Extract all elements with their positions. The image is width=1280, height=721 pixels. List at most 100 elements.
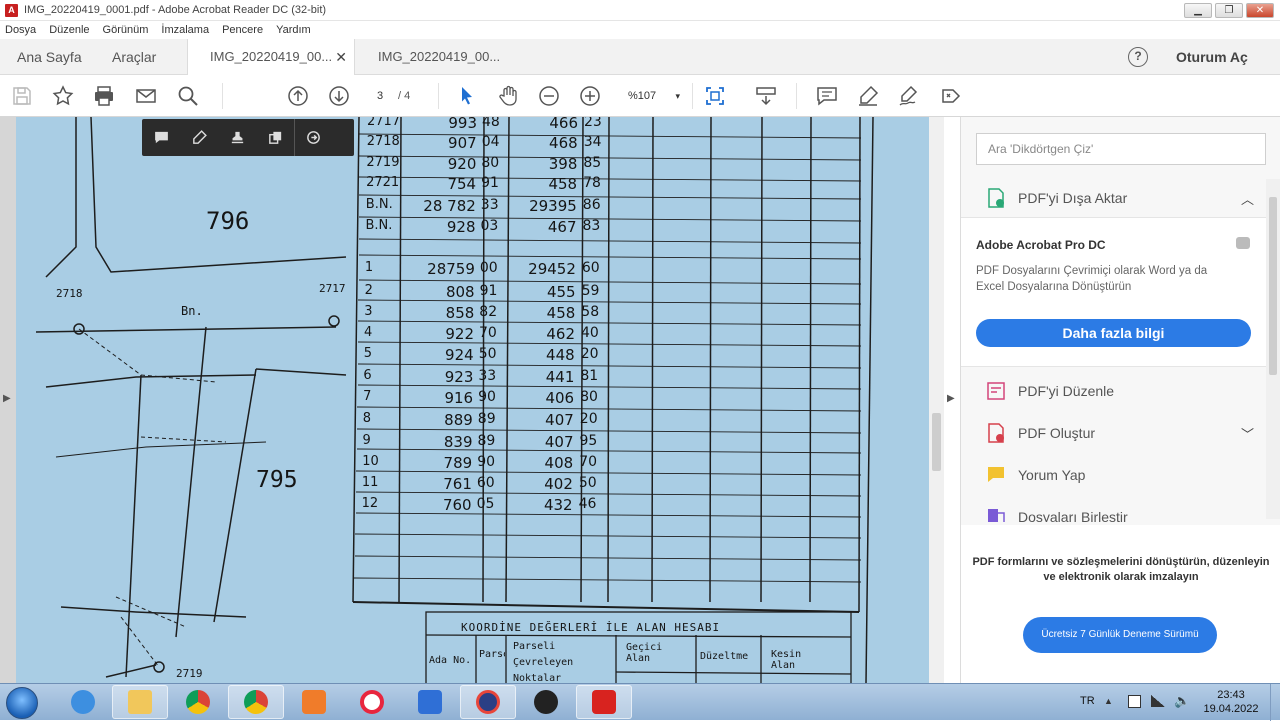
close-window-button[interactable]: ✕	[1246, 3, 1274, 18]
scroll-mode-icon[interactable]	[754, 84, 778, 108]
taskbar-acrobat[interactable]	[576, 685, 632, 719]
taskbar-opera[interactable]	[344, 685, 400, 719]
share-icon[interactable]	[294, 119, 332, 156]
action-center-icon[interactable]	[1128, 695, 1141, 708]
minimize-button[interactable]: ▁	[1184, 3, 1212, 18]
save-icon[interactable]	[10, 84, 34, 108]
highlight-pen-icon[interactable]	[856, 84, 880, 108]
previous-page-icon[interactable]	[286, 84, 310, 108]
taskbar-obs[interactable]	[518, 685, 574, 719]
tool-combine-files[interactable]: Dosyaları Birleştir	[961, 496, 1266, 522]
tools-search-input[interactable]: Ara 'Dikdörtgen Çiz'	[976, 133, 1266, 165]
chevron-up-icon[interactable]: ︿	[1241, 189, 1254, 208]
language-indicator[interactable]: TR	[1080, 695, 1095, 707]
pen-icon[interactable]	[180, 119, 218, 156]
comment-icon[interactable]	[142, 119, 180, 156]
stamp-icon[interactable]	[218, 119, 256, 156]
scrollbar-thumb[interactable]	[1269, 197, 1277, 375]
taskbar-explorer[interactable]	[112, 685, 168, 719]
fit-page-icon[interactable]	[703, 84, 727, 108]
menu-file[interactable]: Dosya	[5, 24, 36, 36]
left-panel-toggle-icon[interactable]: ▶	[3, 393, 11, 404]
network-icon[interactable]	[1151, 695, 1165, 707]
tab-tools[interactable]: Araçlar	[112, 39, 156, 75]
taskbar-chrome[interactable]	[170, 685, 226, 719]
table-cell-d: 81	[580, 368, 599, 384]
menu-view[interactable]: Görünüm	[103, 24, 149, 36]
tool-export-pdf[interactable]: PDF'yi Dışa Aktar ︿	[961, 177, 1266, 219]
more-tools-icon[interactable]	[939, 84, 963, 108]
volume-icon[interactable]: 🔈	[1174, 693, 1190, 709]
show-hidden-icons[interactable]: ▲	[1104, 696, 1113, 706]
system-clock[interactable]: 23:43 19.04.2022	[1196, 688, 1266, 716]
menu-help[interactable]: Yardım	[276, 24, 311, 36]
doc-tab[interactable]: IMG_20220419_00...	[356, 39, 524, 75]
table-cell-c: 407	[545, 411, 574, 429]
table-cell-no: 8	[362, 411, 372, 426]
learn-more-button[interactable]: Daha fazla bilgi	[976, 319, 1251, 347]
menu-window[interactable]: Pencere	[222, 24, 263, 36]
table-cell-d: 20	[580, 346, 599, 362]
zoom-in-icon[interactable]	[578, 84, 602, 108]
next-page-icon[interactable]	[327, 84, 351, 108]
copy-icon[interactable]	[256, 119, 294, 156]
fill-sign-icon[interactable]	[897, 84, 921, 108]
table-cell-no: 2717	[367, 117, 401, 129]
tools-scrollbar[interactable]	[1266, 179, 1280, 519]
help-icon[interactable]: ?	[1128, 47, 1148, 67]
scrollbar-thumb[interactable]	[932, 413, 941, 471]
right-panel-toggle-icon[interactable]: ▶	[947, 393, 955, 404]
taskbar-app[interactable]	[402, 685, 458, 719]
email-icon[interactable]	[134, 84, 158, 108]
table-cell-c: 407	[544, 433, 574, 451]
table-cell-a: 760	[442, 496, 472, 514]
print-icon[interactable]	[92, 84, 116, 108]
taskbar-media-player[interactable]	[286, 685, 342, 719]
zoom-out-icon[interactable]	[537, 84, 561, 108]
table-cell-b: 33	[478, 368, 497, 384]
table-cell-no: 12	[361, 496, 379, 511]
doc-tab-active[interactable]: IMG_20220419_00... ✕	[187, 39, 355, 76]
table-cell-no: 10	[362, 454, 379, 469]
dismiss-promo-icon[interactable]	[1236, 237, 1250, 249]
show-desktop-button[interactable]	[1270, 684, 1280, 721]
zoom-level-select[interactable]: %107 ▾	[620, 86, 682, 106]
start-button[interactable]	[6, 687, 38, 719]
app-icon	[476, 690, 500, 714]
tab-home[interactable]: Ana Sayfa	[17, 39, 82, 75]
taskbar-ie[interactable]	[55, 685, 111, 719]
table-cell-no: 7	[363, 389, 372, 404]
close-tab-icon[interactable]: ✕	[335, 39, 347, 75]
create-pdf-icon	[988, 423, 1004, 443]
maximize-button[interactable]: ❐	[1215, 3, 1243, 18]
search-icon[interactable]	[176, 84, 200, 108]
taskbar: TR ▲ 🔈 23:43 19.04.2022	[0, 683, 1280, 721]
tool-label: PDF Oluştur	[1018, 425, 1096, 441]
sign-in-button[interactable]: Oturum Aç	[1176, 39, 1248, 75]
table-cell-a: 28759	[427, 260, 475, 278]
page-number-input[interactable]: 3	[367, 86, 393, 106]
menu-sign[interactable]: İmzalama	[161, 24, 209, 36]
table-cell-c: 455	[546, 283, 576, 301]
table-cell-c: 402	[544, 475, 573, 493]
select-cursor-icon[interactable]	[455, 84, 479, 108]
document-viewport[interactable]: ▶ 796 795 2718 2717 2719 Bn. 2717 993 48…	[0, 117, 944, 683]
hand-tool-icon[interactable]	[497, 84, 521, 108]
table-cell-b: 89	[477, 433, 496, 449]
chevron-down-icon[interactable]: ﹀	[1241, 424, 1254, 443]
tool-comment[interactable]: Yorum Yap	[961, 454, 1266, 496]
taskbar-app-2[interactable]	[460, 685, 516, 719]
tool-create-pdf[interactable]: PDF Oluştur ﹀	[961, 412, 1266, 454]
chevron-down-icon: ▾	[675, 91, 680, 101]
menu-edit[interactable]: Düzenle	[49, 24, 89, 36]
table-cell-b: 80	[481, 155, 500, 171]
title-bar: A IMG_20220419_0001.pdf - Adobe Acrobat …	[0, 0, 1280, 21]
window-title: IMG_20220419_0001.pdf - Adobe Acrobat Re…	[24, 4, 327, 16]
table-cell-no: 5	[363, 346, 372, 361]
free-trial-button[interactable]: Ücretsiz 7 Günlük Deneme Sürümü	[1023, 617, 1217, 653]
document-scrollbar[interactable]	[929, 117, 944, 683]
bookmark-star-icon[interactable]	[51, 84, 75, 108]
taskbar-chrome-2[interactable]	[228, 685, 284, 719]
comment-icon[interactable]	[815, 84, 839, 108]
tool-edit-pdf[interactable]: PDF'yi Düzenle	[961, 370, 1266, 412]
